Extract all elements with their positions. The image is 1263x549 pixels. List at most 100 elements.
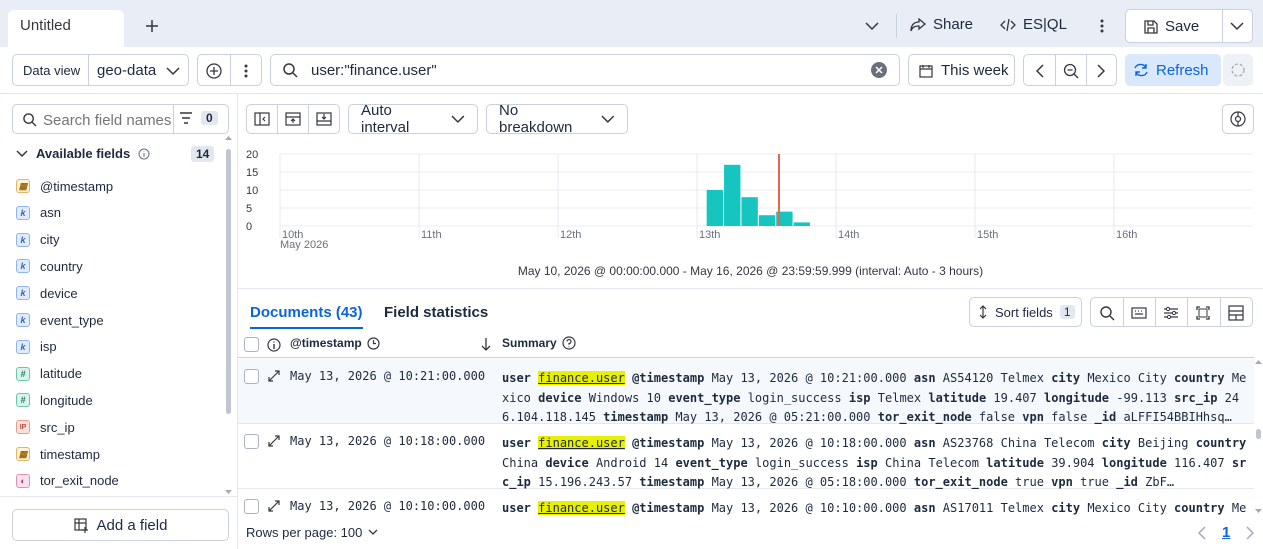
toggle-panel-icon[interactable] [308,104,340,134]
add-field-button[interactable]: Add a field [12,509,229,541]
date-quick-select[interactable]: This week [908,54,1015,86]
field-item-device[interactable]: k device [16,283,78,303]
document-row[interactable]: May 13, 2026 @ 10:21:00.000 user finance.… [238,359,1254,424]
tab-field-statistics[interactable]: Field statistics [384,304,488,321]
filter-menu-icon[interactable] [234,59,258,83]
previous-page-chevron-icon[interactable] [1198,526,1206,540]
more-actions-icon[interactable] [1090,14,1114,38]
divider [1222,10,1223,42]
divider [88,55,89,85]
filter-count-badge: 0 [201,111,218,125]
document-row[interactable]: May 13, 2026 @ 10:10:00.000 user finance.… [238,489,1254,516]
divider [173,105,174,133]
rows-per-page-select[interactable]: Rows per page: 100 [246,525,378,540]
info-icon [138,148,150,159]
esql-button[interactable]: ES|QL [1000,16,1067,33]
summary-field-key: vpn [1051,475,1073,489]
zoom-out-icon[interactable] [1059,59,1083,83]
field-search-input[interactable] [43,110,171,130]
new-tab-plus-icon[interactable] [140,14,164,38]
share-button[interactable]: Share [910,16,973,33]
toggle-sidebar-icon[interactable] [246,104,278,134]
refresh-button[interactable]: Refresh [1125,54,1221,86]
select-all-checkbox[interactable] [244,337,259,352]
field-item-isp[interactable]: k isp [16,337,57,357]
histogram-chart[interactable]: 2015105010th 11th 12th 13th 14th 15th 16thMay … [238,144,1263,254]
field-list-scrollbar[interactable] [225,136,232,496]
expand-row-icon[interactable] [268,435,280,447]
expand-row-icon[interactable] [268,500,280,512]
summary-field-key: asn [913,501,936,515]
page-number-link[interactable]: 1 [1222,524,1230,541]
y-tick-label: 0 [246,221,252,233]
save-options-chevron-icon[interactable] [1225,14,1249,38]
row-select-checkbox[interactable] [244,499,259,514]
summary-field-key: country [1174,501,1225,515]
next-page-chevron-icon[interactable] [1246,526,1254,540]
divider [230,55,231,85]
field-item-latitude[interactable]: # latitude [16,364,82,384]
chevron-down-icon [16,149,28,157]
sort-fields-button[interactable]: Sort fields 1 [969,297,1082,327]
column-header-summary[interactable]: Summary [502,336,576,350]
tab-untitled[interactable]: Untitled [8,10,124,47]
boolean-type-icon: ◐ [16,473,30,488]
row-select-checkbox[interactable] [244,369,259,384]
next-period-chevron-icon[interactable] [1089,59,1113,83]
field-item-timestamp[interactable]: ▦ @timestamp [16,176,113,196]
query-input[interactable]: user:"finance.user" [270,54,900,86]
x-tick-label: 12th [560,229,581,241]
previous-period-chevron-icon[interactable] [1028,59,1052,83]
save-button[interactable]: Save [1144,18,1199,35]
sort-descending-arrow-icon[interactable] [481,337,491,351]
histogram-bar [741,197,758,226]
grid-search-icon[interactable] [1095,301,1119,325]
grid-scrollbar[interactable] [1254,359,1262,516]
x-tick-label: 16th [1116,229,1137,241]
clear-query-icon[interactable] [871,62,887,78]
breakdown-select[interactable]: No breakdown [486,102,628,136]
summary-field-key: event_type [668,390,741,405]
tabs-menu-chevron-down-icon[interactable] [860,14,884,38]
tab-documents[interactable]: Documents (43) [250,304,363,329]
highlighted-match: finance.user [538,371,625,385]
field-item-event-type[interactable]: k event_type [16,310,104,330]
add-filter-icon[interactable] [202,59,226,83]
summary-field-value: May 13, 2026 @ 05:21:00.000 [675,410,871,424]
row-select-checkbox[interactable] [244,434,259,449]
y-tick-label: 20 [246,149,258,161]
document-row[interactable]: May 13, 2026 @ 10:18:00.000 user finance.… [238,424,1254,489]
field-item-asn[interactable]: k asn [16,203,61,223]
field-item-city[interactable]: k city [16,230,60,250]
row-layout-icon[interactable] [1224,301,1248,325]
field-item-tor-exit-node[interactable]: ◐ tor_exit_node [16,471,119,491]
fullscreen-icon[interactable] [1191,301,1215,325]
divider [1086,55,1087,85]
interval-select[interactable]: Auto interval [348,102,478,136]
chevron-down-icon [451,115,465,123]
y-tick-label: 10 [246,185,258,197]
histogram-bar [758,215,776,226]
field-item-country[interactable]: k country [16,256,83,276]
chart-options-icon[interactable] [1222,104,1254,134]
row-summary: user finance.user @timestamp May 13, 202… [502,499,1250,516]
expand-row-icon[interactable] [268,370,280,382]
data-view-picker[interactable]: Data view geo-data [12,54,189,86]
field-item-timestamp[interactable]: ▦ timestamp [16,444,100,464]
divider [896,14,897,38]
summary-field-value: May 13, 2026 @ 10:18:00.000 [711,436,907,450]
field-item-src-ip[interactable]: IP src_ip [16,417,75,437]
display-settings-icon[interactable] [1159,301,1183,325]
summary-field-value: AS23768 China Telecom [942,436,1095,450]
keyword-type-icon: k [16,259,30,274]
toggle-histogram-icon[interactable] [277,104,309,134]
timestamp-column-label: @timestamp [290,336,362,350]
column-header-timestamp[interactable]: @timestamp [290,336,380,350]
available-fields-toggle[interactable]: Available fields [16,146,150,161]
summary-field-value: true [1015,475,1044,489]
auto-refresh-icon[interactable] [1223,54,1253,86]
histogram-bar [724,164,741,226]
field-item-longitude[interactable]: # longitude [16,390,93,410]
keyboard-icon[interactable] [1127,301,1151,325]
field-type-filter-button[interactable]: 0 [179,111,218,125]
